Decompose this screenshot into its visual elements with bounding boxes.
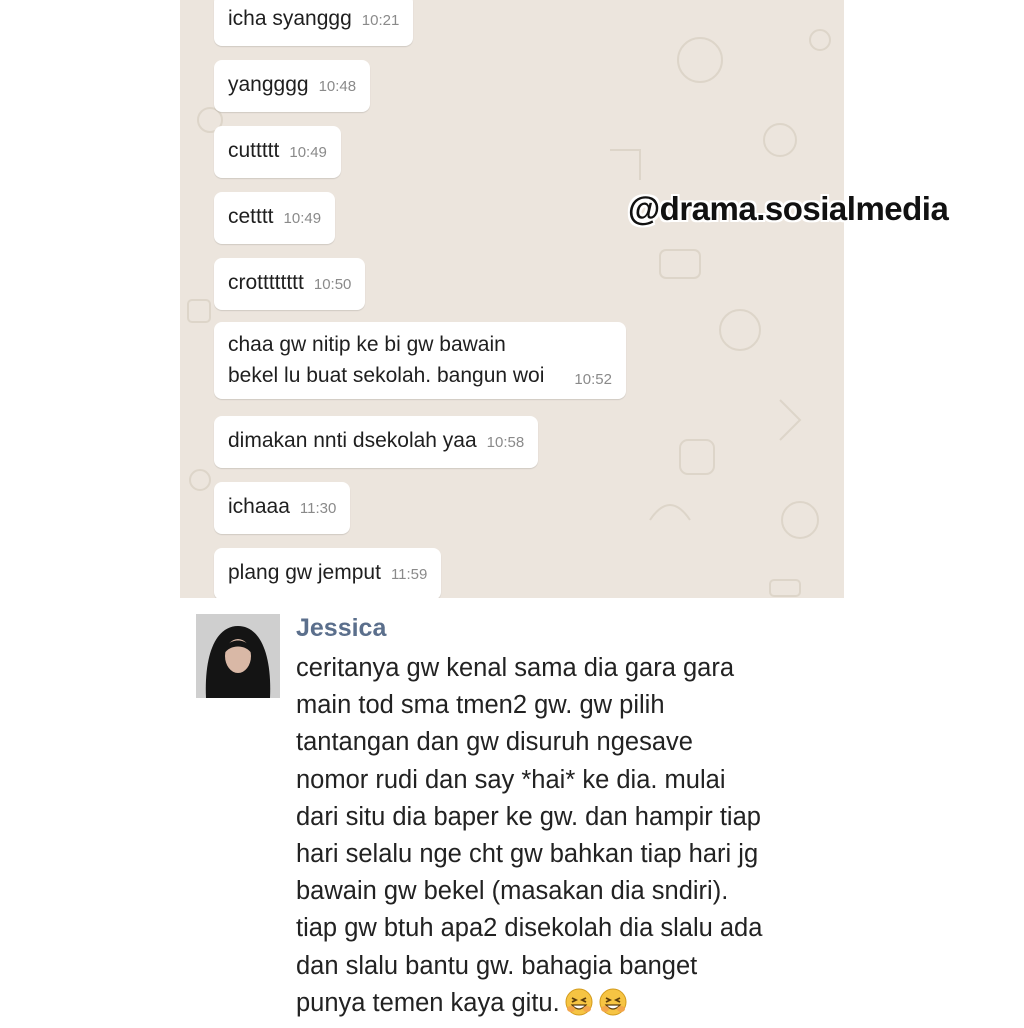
commenter-name[interactable]: Jessica: [296, 614, 386, 643]
message-timestamp: 10:48: [318, 78, 357, 95]
message-timestamp: 10:52: [574, 371, 612, 388]
message-text-line: bekel lu buat sekolah. bangun woi 10:52: [228, 360, 612, 393]
chat-panel[interactable]: icha syanggg 10:21 yangggg 10:48 cuttttt 10:4…: [180, 0, 844, 598]
grinning-squinting-face-icon: [598, 987, 628, 1017]
message-bubble[interactable]: cuttttt 10:49: [214, 126, 341, 178]
message-timestamp: 11:59: [390, 566, 428, 583]
message-text: dimakan nnti dsekolah yaa: [228, 429, 477, 452]
message-text: bekel lu buat sekolah. bangun woi: [228, 364, 545, 387]
message-text: icha syanggg: [228, 7, 352, 30]
message-bubble[interactable]: ichaaa 11:30: [214, 482, 351, 534]
message-text: ichaaa: [228, 495, 290, 518]
grinning-squinting-face-icon: [564, 987, 594, 1017]
watermark-handle: @drama.sosialmedia: [628, 190, 949, 227]
message-bubble[interactable]: yangggg 10:48: [214, 60, 371, 112]
message-bubble[interactable]: icha syanggg 10:21: [214, 0, 414, 46]
message-timestamp: 10:50: [313, 276, 352, 293]
comment-body: ceritanya gw kenal sama dia gara gara ma…: [296, 654, 763, 1017]
message-bubble[interactable]: crotttttttt 10:50: [214, 258, 366, 310]
message-text: cuttttt: [228, 139, 280, 162]
message-timestamp: 10:58: [486, 434, 525, 451]
message-text: yangggg: [228, 73, 309, 96]
message-timestamp: 10:49: [289, 144, 327, 161]
avatar[interactable]: [196, 614, 280, 698]
message-text: cetttt: [228, 205, 274, 228]
message-bubble[interactable]: plang gw jemput 11:59: [214, 548, 442, 598]
message-text-line: chaa gw nitip ke bi gw bawain: [228, 329, 612, 360]
message-bubble[interactable]: dimakan nnti dsekolah yaa 10:58: [214, 416, 539, 468]
comment-card: Jessica ceritanya gw kenal sama dia gara…: [180, 598, 844, 1024]
message-timestamp: 10:49: [283, 210, 322, 227]
comment-text: ceritanya gw kenal sama dia gara gara ma…: [296, 650, 836, 1022]
message-bubble[interactable]: cetttt 10:49: [214, 192, 336, 244]
message-timestamp: 10:21: [361, 12, 400, 29]
message-bubble[interactable]: chaa gw nitip ke bi gw bawain bekel lu bu…: [214, 322, 626, 399]
message-timestamp: 11:30: [299, 500, 337, 517]
message-text: chaa gw nitip ke bi gw bawain: [228, 333, 506, 356]
message-text: crotttttttt: [228, 271, 304, 294]
message-text: plang gw jemput: [228, 561, 381, 584]
